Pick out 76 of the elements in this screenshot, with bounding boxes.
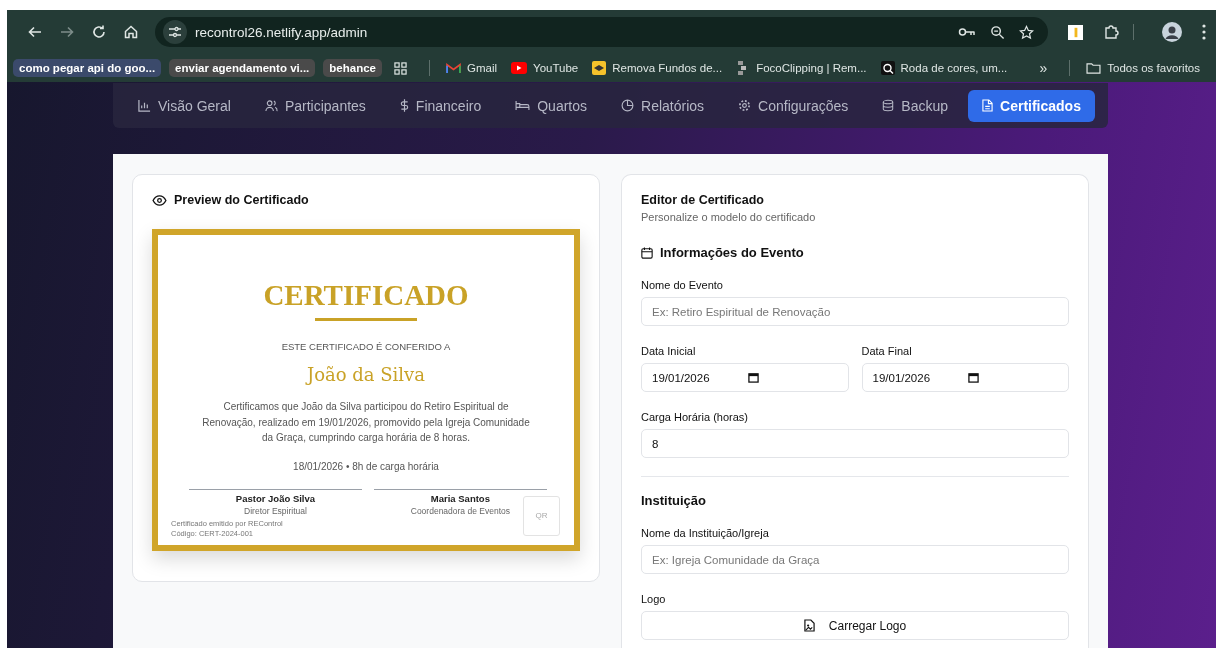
date-field[interactable]: 19/01/2026 — [861, 363, 1069, 392]
nav-tab[interactable]: Certificados — [968, 89, 1095, 122]
certificate-text: Certificamos que João da Silva participou do Retiro Espiritual de Renovação, realizado em 19/01/2026, promovido pela Igreja Comunidade da Graça, cumprindo carga horária de 8 horas. — [201, 400, 531, 445]
menu-icon[interactable] — [1202, 24, 1206, 40]
card-subtitle: Personalize o modelo do certificado — [641, 211, 817, 223]
url-text: recontrol26.netlify.app/admin — [195, 24, 368, 40]
signer-role: Coordenadora de Eventos — [410, 505, 510, 516]
card-title: Preview do Certificado — [174, 193, 309, 207]
qr-code-box: QR — [522, 495, 560, 536]
puzzle-icon[interactable] — [1103, 24, 1119, 40]
bookmark[interactable]: YouTube — [511, 62, 579, 74]
reload-icon[interactable] — [91, 24, 107, 40]
back-icon[interactable] — [27, 24, 43, 40]
bookmark-group[interactable]: behance — [323, 59, 382, 77]
nav-tab[interactable]: Relatórios — [607, 89, 719, 122]
signer-name: Maria Santos — [430, 492, 490, 504]
nav-tab[interactable]: Configurações — [724, 89, 863, 122]
institution-name-field[interactable]: Ex: Igreja Comunidade da Graça — [641, 545, 1069, 574]
apps-icon[interactable] — [394, 61, 407, 75]
settings-icon — [738, 99, 752, 112]
more-bookmarks-button[interactable]: » — [1039, 60, 1048, 76]
calendar-icon[interactable] — [747, 372, 759, 383]
play-icon — [511, 62, 527, 74]
zoom-icon[interactable] — [990, 24, 1005, 40]
section-title: Instituição — [641, 493, 707, 508]
extension-icon[interactable] — [1068, 24, 1083, 40]
bookmark[interactable]: Roda de cores, um... — [880, 61, 1008, 75]
certificate-date: 18/01/2026 • 8h de carga horária — [293, 460, 439, 472]
home-icon[interactable] — [123, 24, 139, 40]
nav-tab[interactable]: Financeiro — [385, 89, 496, 122]
dollar-icon — [399, 99, 409, 112]
field-label: Logo — [641, 593, 667, 605]
bookmark[interactable]: Remova Fundos de... — [592, 61, 723, 75]
star-icon[interactable] — [1019, 24, 1034, 40]
all-bookmarks-button[interactable]: Todos os favoritos — [1086, 62, 1200, 74]
card-title: Editor de Certificado — [641, 193, 765, 207]
key-icon[interactable] — [958, 26, 976, 38]
document-icon — [982, 99, 994, 112]
signer-name: Pastor João Silva — [235, 492, 316, 504]
users-icon — [264, 99, 278, 112]
field-label: Nome da Instituição/Igreja — [641, 527, 770, 539]
certificate-subtitle: ESTE CERTIFICADO É CONFERIDO A — [281, 341, 451, 352]
nav-tab[interactable]: Backup — [868, 89, 963, 122]
bed-icon — [515, 100, 531, 111]
address-bar[interactable]: recontrol26.netlify.app/admin — [155, 17, 1048, 47]
date-field[interactable]: 19/01/2026 — [641, 363, 849, 392]
bookmark-group[interactable]: enviar agendamento vi... — [169, 59, 316, 77]
image-file-icon — [803, 619, 815, 632]
hours-field[interactable]: 8 — [641, 429, 1069, 458]
calendar-icon — [641, 246, 653, 259]
bookmark[interactable]: FocoClipping | Rem... — [736, 61, 867, 75]
pie-chart-icon — [621, 99, 635, 112]
nav-tab[interactable]: Visão Geral — [124, 89, 245, 122]
field-label: Data Inicial — [641, 345, 697, 357]
field-label: Carga Horária (horas) — [641, 411, 749, 423]
upload-logo-button[interactable]: Carregar Logo — [641, 611, 1069, 640]
calendar-icon[interactable] — [968, 372, 980, 383]
folder-icon — [1086, 62, 1102, 74]
site-settings-icon[interactable] — [163, 20, 187, 44]
bar-chart-icon — [138, 99, 151, 112]
field-label: Nome do Evento — [641, 279, 724, 291]
layers-icon — [592, 61, 607, 75]
bookmark-group[interactable]: como pegar api do goo... — [13, 59, 162, 77]
event-name-field[interactable]: Ex: Retiro Espiritual de Renovação — [641, 297, 1069, 326]
mail-icon — [446, 62, 461, 74]
signer-role: Diretor Espiritual — [244, 505, 307, 516]
nav-tab[interactable]: Quartos — [501, 89, 602, 122]
section-title: Informações do Evento — [660, 245, 804, 260]
recipient-name: João da Silva — [306, 364, 426, 385]
avatar-icon[interactable] — [1162, 22, 1182, 42]
field-label: Data Final — [861, 345, 913, 357]
database-icon — [882, 99, 895, 112]
certificate-heading: CERTIFICADO — [263, 279, 469, 312]
eye-icon — [152, 194, 167, 206]
nav-tab[interactable]: Participantes — [250, 89, 380, 122]
bookmark[interactable]: Gmail — [446, 62, 497, 74]
